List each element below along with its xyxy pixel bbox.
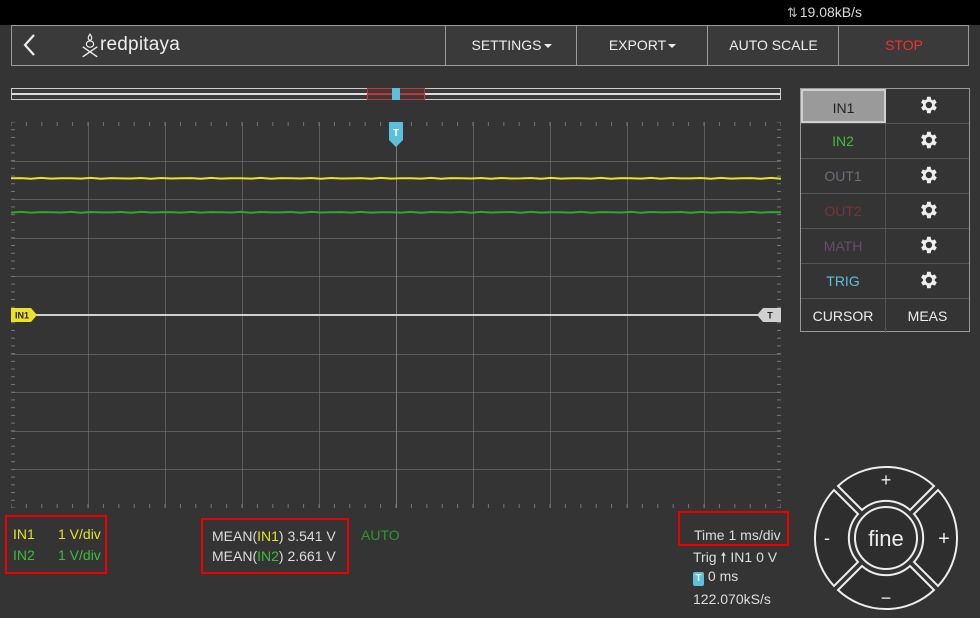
trace-in2	[11, 210, 781, 214]
trig-prefix: Trig	[693, 549, 717, 565]
channel-row-in2: IN2	[801, 124, 969, 159]
in1-offset-marker-label: IN1	[15, 311, 29, 321]
meas-button[interactable]: MEAS	[886, 299, 969, 333]
channel-panel: IN1 IN2 OUT1 OUT2 MATH TRIG CURSOR MEAS	[800, 88, 970, 334]
m1-prefix: MEAN(	[212, 528, 258, 544]
trace-in1	[11, 176, 781, 180]
wheel-left-button[interactable]	[813, 488, 860, 588]
mean-in2-measurement: MEAN(IN2) 2.661 V	[212, 548, 336, 564]
time-per-div: Time 1 ms/div	[694, 527, 781, 543]
channel-button-out1[interactable]: OUT1	[801, 159, 886, 193]
scope-graph[interactable]: T IN1 T	[11, 122, 781, 508]
auto-scale-label: AUTO SCALE	[729, 37, 818, 53]
wheel-up-label: +	[881, 470, 892, 490]
channel-button-trig[interactable]: TRIG	[801, 264, 886, 298]
channel-button-math[interactable]: MATH	[801, 229, 886, 263]
fine-label: fine	[868, 526, 903, 551]
caret-down-icon	[668, 44, 677, 49]
back-button[interactable]	[22, 32, 36, 65]
acquisition-mode: AUTO	[361, 527, 400, 543]
gear-icon[interactable]	[886, 159, 969, 193]
auto-scale-button[interactable]: AUTO SCALE	[707, 26, 839, 65]
wheel-left-label: -	[824, 528, 830, 548]
time-scale-box: Time 1 ms/div	[678, 511, 789, 546]
channel-row-out1: OUT1	[801, 159, 969, 194]
channel-row-math: MATH	[801, 229, 969, 264]
export-menu-button[interactable]: EXPORT	[576, 26, 708, 65]
m2-value: ) 2.661 V	[278, 548, 336, 564]
caret-down-icon	[543, 44, 552, 49]
trig-value: IN1 0 V	[730, 549, 778, 565]
settings-label: SETTINGS	[471, 37, 542, 53]
gear-icon[interactable]	[886, 264, 969, 298]
gear-icon[interactable]	[886, 194, 969, 228]
m2-channel: IN2	[257, 548, 279, 564]
export-label: EXPORT	[608, 37, 667, 53]
in1-scale-value: 1 V/div	[58, 526, 101, 542]
m1-channel: IN1	[257, 528, 279, 544]
channel-button-in1[interactable]: IN1	[801, 89, 886, 123]
status-bar: ⇅ 19.08kB/s	[0, 0, 980, 25]
trigger-time-marker-label: T	[393, 128, 399, 139]
network-speed: ⇅ 19.08kB/s	[787, 4, 862, 21]
settings-menu-button[interactable]: SETTINGS	[445, 26, 577, 65]
trigger-level-marker-label: T	[767, 311, 773, 321]
m1-value: ) 3.541 V	[278, 528, 336, 544]
wheel-down-label: −	[881, 588, 892, 608]
measurements-box: MEAN(IN1) 3.541 V MEAN(IN2) 2.661 V	[201, 518, 349, 574]
cursor-button[interactable]: CURSOR	[801, 299, 886, 333]
channel-row-trig: TRIG	[801, 264, 969, 299]
tools-row: CURSOR MEAS	[801, 299, 969, 334]
chevron-left-icon	[23, 34, 35, 56]
control-wheel: fine + − - +	[813, 465, 959, 611]
rising-edge-icon: 🠕	[720, 549, 727, 565]
offset-value: 0 ms	[707, 568, 739, 584]
gear-icon[interactable]	[886, 89, 969, 123]
channel-row-out2: OUT2	[801, 194, 969, 229]
transfer-arrows-icon: ⇅	[786, 5, 798, 20]
speed-value: 19.08kB/s	[799, 4, 862, 20]
top-navbar: redpitaya SETTINGS EXPORT AUTO SCALE STO…	[11, 25, 969, 66]
app-logo: redpitaya	[80, 32, 180, 58]
logo-text: redpitaya	[100, 34, 180, 56]
time-scroll-bar[interactable]	[11, 88, 781, 100]
stop-button[interactable]: STOP	[838, 26, 969, 65]
trigger-offset: T 0 ms	[693, 568, 738, 586]
redpitaya-logo-icon	[82, 33, 98, 58]
gear-icon[interactable]	[886, 124, 969, 158]
in2-scale-value: 1 V/div	[58, 547, 101, 563]
m2-prefix: MEAN(	[212, 548, 258, 564]
gear-icon[interactable]	[886, 229, 969, 263]
in1-scale-label: IN1	[13, 526, 35, 542]
wheel-right-button[interactable]	[912, 488, 959, 588]
stop-label: STOP	[885, 37, 923, 53]
mean-in1-measurement: MEAN(IN1) 3.541 V	[212, 528, 336, 544]
channel-button-in2[interactable]: IN2	[801, 124, 886, 158]
channel-row-in1: IN1	[801, 89, 969, 124]
wheel-right-label: +	[938, 528, 950, 550]
channel-scales-box: IN1 1 V/div IN2 1 V/div	[5, 515, 107, 574]
in2-scale-label: IN2	[13, 547, 35, 563]
channel-button-out2[interactable]: OUT2	[801, 194, 886, 228]
trigger-position-marker[interactable]	[392, 88, 400, 100]
trigger-badge: T	[693, 572, 704, 586]
sample-rate: 122.070kS/s	[693, 591, 771, 607]
